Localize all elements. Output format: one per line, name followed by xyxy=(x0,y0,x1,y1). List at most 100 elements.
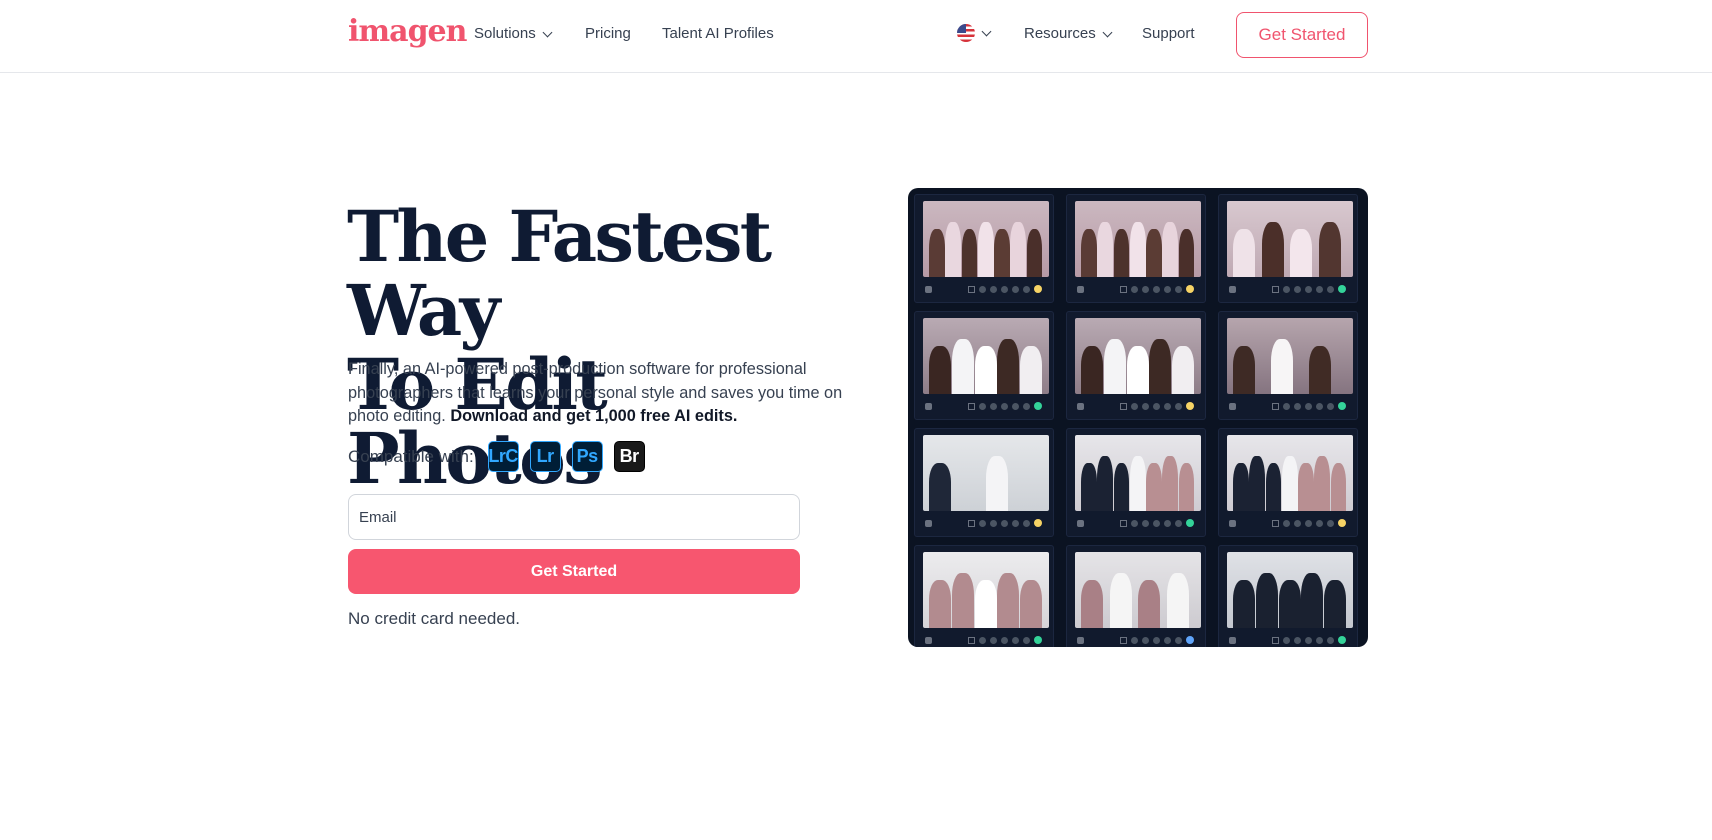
star-icon xyxy=(1023,636,1030,644)
star-icon xyxy=(1131,402,1138,410)
star-icon xyxy=(1001,519,1008,527)
star-icon xyxy=(1175,519,1182,527)
layers-icon xyxy=(1229,519,1236,527)
flag-icon xyxy=(968,636,975,644)
photo-thumbnail xyxy=(1227,435,1353,511)
photo-tile xyxy=(1066,428,1206,537)
photo-thumbnail xyxy=(1227,201,1353,277)
photo-tile-meta xyxy=(925,284,1049,294)
star-icon xyxy=(1327,402,1334,410)
star-icon xyxy=(1316,636,1323,644)
star-icon xyxy=(1153,519,1160,527)
photo-tile-meta xyxy=(1229,635,1353,645)
star-icon xyxy=(1305,636,1312,644)
flag-icon xyxy=(968,519,975,527)
photo-tile-meta xyxy=(925,401,1049,411)
photo-tile xyxy=(914,311,1054,420)
photo-tile-meta xyxy=(1229,518,1353,528)
header-get-started-button[interactable]: Get Started xyxy=(1236,12,1368,58)
no-credit-card-note: No credit card needed. xyxy=(348,609,520,628)
flag-icon xyxy=(1120,636,1127,644)
imagen-logo[interactable]: imagen xyxy=(348,12,467,52)
star-icon xyxy=(1175,285,1182,293)
star-icon xyxy=(1153,402,1160,410)
star-icon xyxy=(1012,636,1019,644)
photo-thumbnail xyxy=(923,201,1049,277)
nav-resources[interactable]: Resources xyxy=(1024,24,1113,44)
star-icon xyxy=(1305,519,1312,527)
photo-tile-meta xyxy=(1229,284,1353,294)
photo-tile-meta xyxy=(1077,284,1201,294)
star-icon xyxy=(1316,519,1323,527)
star-icon xyxy=(1142,285,1149,293)
nav-solutions[interactable]: Solutions xyxy=(474,24,553,44)
lightroom-classic-icon: LrC xyxy=(487,441,519,472)
star-icon xyxy=(979,519,986,527)
star-icon xyxy=(979,402,986,410)
email-field[interactable] xyxy=(348,494,800,540)
nav-support[interactable]: Support xyxy=(1142,24,1195,44)
star-icon xyxy=(1316,402,1323,410)
layers-icon xyxy=(925,402,932,410)
photo-tile xyxy=(1218,194,1358,303)
nav-talent-ai-profiles[interactable]: Talent AI Profiles xyxy=(662,24,774,44)
photo-thumbnail xyxy=(923,552,1049,628)
flag-icon xyxy=(1120,402,1127,410)
hero-get-started-button[interactable]: Get Started xyxy=(348,549,800,594)
layers-icon xyxy=(925,519,932,527)
flag-icon xyxy=(1272,519,1279,527)
layers-icon xyxy=(1077,402,1084,410)
chevron-down-icon xyxy=(1102,27,1113,37)
star-icon xyxy=(1012,402,1019,410)
photo-tile xyxy=(1218,311,1358,420)
nav-pricing[interactable]: Pricing xyxy=(585,24,631,44)
color-label-dot xyxy=(1186,636,1194,644)
color-label-dot xyxy=(1186,519,1194,527)
color-label-dot xyxy=(1186,402,1194,410)
photoshop-icon: Ps xyxy=(571,441,603,472)
color-label-dot xyxy=(1338,519,1346,527)
flag-icon xyxy=(1120,285,1127,293)
layers-icon xyxy=(1229,402,1236,410)
star-icon xyxy=(1305,285,1312,293)
star-icon xyxy=(1001,636,1008,644)
star-icon xyxy=(1164,285,1171,293)
star-icon xyxy=(1023,285,1030,293)
star-icon xyxy=(1001,285,1008,293)
photo-tile xyxy=(1218,545,1358,647)
layers-icon xyxy=(1229,636,1236,644)
star-icon xyxy=(1023,402,1030,410)
star-icon xyxy=(990,285,997,293)
color-label-dot xyxy=(1338,285,1346,293)
nav-support-label: Support xyxy=(1142,25,1195,42)
layers-icon xyxy=(925,636,932,644)
star-icon xyxy=(1283,636,1290,644)
star-icon xyxy=(1131,285,1138,293)
star-icon xyxy=(1316,285,1323,293)
photo-thumbnail xyxy=(1075,552,1201,628)
photo-tile xyxy=(1066,311,1206,420)
flag-icon xyxy=(1272,285,1279,293)
photo-grid-preview xyxy=(908,188,1368,647)
layers-icon xyxy=(925,285,932,293)
color-label-dot xyxy=(1034,285,1042,293)
layers-icon xyxy=(1229,285,1236,293)
chevron-down-icon xyxy=(981,26,992,36)
photo-thumbnail xyxy=(1227,318,1353,394)
compatible-apps: Compatible with: LrC Lr Ps Br xyxy=(348,441,656,472)
star-icon xyxy=(1305,402,1312,410)
chevron-down-icon xyxy=(542,27,553,37)
photo-thumbnail xyxy=(1227,552,1353,628)
bridge-icon: Br xyxy=(613,441,645,472)
photo-tile-meta xyxy=(925,518,1049,528)
star-icon xyxy=(1175,636,1182,644)
language-selector[interactable] xyxy=(957,24,992,42)
star-icon xyxy=(1164,402,1171,410)
star-icon xyxy=(990,636,997,644)
flag-icon xyxy=(1272,636,1279,644)
photo-tile xyxy=(914,194,1054,303)
photo-thumbnail xyxy=(1075,201,1201,277)
hero-description-bold: Download and get 1,000 free AI edits. xyxy=(450,407,738,425)
star-icon xyxy=(1142,519,1149,527)
star-icon xyxy=(1023,519,1030,527)
